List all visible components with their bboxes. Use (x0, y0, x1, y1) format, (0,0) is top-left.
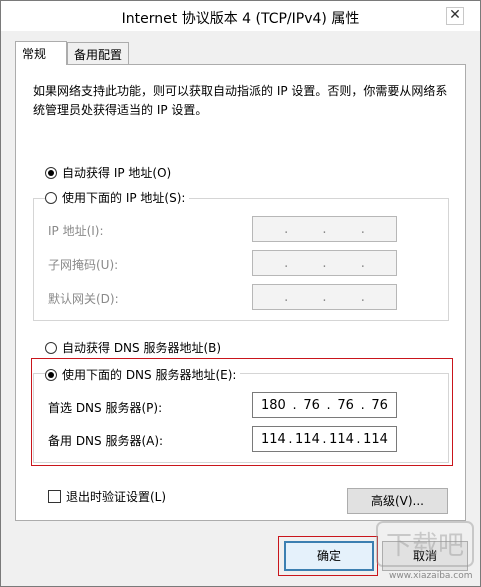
auto-ip-radio[interactable]: 自动获得 IP 地址(O) (45, 164, 171, 181)
manual-dns-radio[interactable]: 使用下面的 DNS 服务器地址(E): (45, 366, 241, 383)
preferred-dns-label: 首选 DNS 服务器(P): (48, 401, 163, 415)
radio-indicator (45, 191, 57, 204)
validate-on-exit-label: 退出时验证设置(L) (66, 490, 167, 504)
subnet-mask-label: 子网掩码(U): (48, 258, 119, 272)
title-bar: Internet 协议版本 4 (TCP/IPv4) 属性 ✕ (1, 1, 480, 31)
alternate-dns-label: 备用 DNS 服务器(A): (48, 434, 164, 448)
advanced-button[interactable]: 高级(V)... (347, 488, 448, 514)
tab-alternate-config[interactable]: 备用配置 (67, 42, 129, 64)
ip-address-label: IP 地址(I): (48, 224, 104, 238)
close-button[interactable]: ✕ (446, 7, 464, 25)
watermark-text: 下载吧 (386, 531, 464, 561)
preferred-dns-input[interactable]: 180. 76. 76. 76 (252, 392, 397, 418)
auto-dns-label: 自动获得 DNS 服务器地址(B) (62, 341, 222, 355)
alternate-dns-input[interactable]: 114. 114. 114. 114 (252, 426, 397, 452)
tab-general[interactable]: 常规 (15, 41, 67, 65)
description-text: 如果网络支持此功能，则可以获取自动指派的 IP 设置。否则，你需要从网络系统管理… (33, 84, 448, 117)
manual-dns-label: 使用下面的 DNS 服务器地址(E): (62, 368, 237, 382)
manual-ip-radio[interactable]: 使用下面的 IP 地址(S): (45, 189, 190, 206)
checkbox-box (48, 490, 61, 503)
radio-indicator (45, 166, 57, 179)
auto-dns-radio[interactable]: 自动获得 DNS 服务器地址(B) (45, 339, 221, 356)
radio-indicator (45, 368, 57, 381)
ok-button[interactable]: 确定 (284, 541, 374, 571)
default-gateway-label: 默认网关(D): (48, 292, 119, 306)
default-gateway-input[interactable]: . . . (252, 284, 397, 310)
window-title: Internet 协议版本 4 (TCP/IPv4) 属性 (121, 11, 360, 27)
subnet-mask-input[interactable]: . . . (252, 250, 397, 276)
ip-address-input[interactable]: . . . (252, 216, 397, 242)
manual-ip-label: 使用下面的 IP 地址(S): (62, 191, 186, 205)
dialog-window: Internet 协议版本 4 (TCP/IPv4) 属性 ✕ 常规 备用配置 … (0, 0, 481, 587)
radio-indicator (45, 341, 57, 354)
watermark-url: www.xiazaiba.com (389, 571, 473, 581)
auto-ip-label: 自动获得 IP 地址(O) (62, 166, 172, 180)
validate-on-exit-checkbox[interactable]: 退出时验证设置(L) (48, 488, 166, 505)
